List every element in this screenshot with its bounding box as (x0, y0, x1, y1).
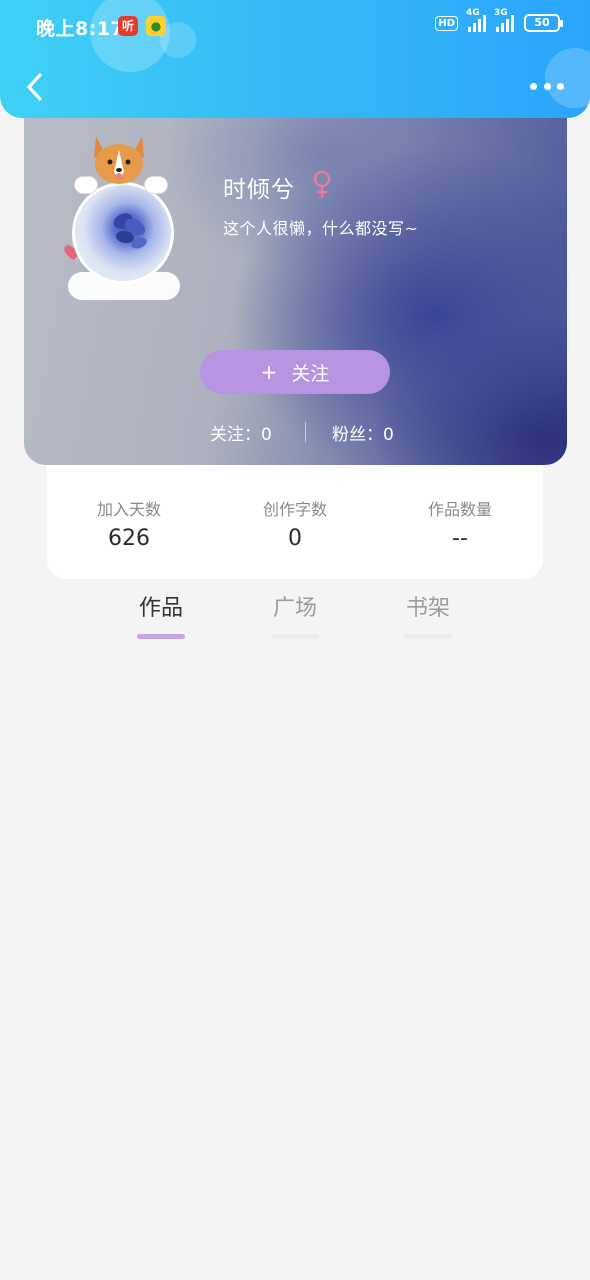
tab-bookshelf[interactable]: 书架 (393, 592, 463, 639)
stat-word-count: 创作字数 0 (225, 496, 365, 551)
top-header: 晚上8:17 听 ● HD 4G 3G 50 (0, 0, 590, 118)
divider (305, 422, 306, 442)
stat-value: -- (452, 526, 468, 551)
user-bio: 这个人很懒，什么都没写~ (223, 219, 419, 238)
content-tabs: 作品 广场 书架 (0, 592, 590, 642)
network-type-label: 3G (494, 8, 508, 18)
tab-works[interactable]: 作品 (126, 592, 196, 639)
avatar[interactable] (60, 132, 185, 300)
ting-app-icon: 听 (118, 16, 138, 36)
tab-indicator (404, 634, 452, 639)
stat-label: 创作字数 (262, 500, 327, 519)
fans-count[interactable]: 粉丝：0 (332, 420, 394, 445)
paw-decor (74, 176, 98, 194)
more-dots-icon (543, 82, 551, 90)
stat-value: 0 (288, 526, 302, 551)
stat-value: 626 (108, 526, 150, 551)
status-time: 晚上8:17 (36, 18, 125, 40)
status-indicators: HD 4G 3G 50 (435, 8, 563, 32)
hd-badge: HD (435, 15, 458, 31)
profile-card: 时倾兮 这个人很懒，什么都没写~ + 关注 关注：0 粉丝：0 (24, 96, 567, 465)
battery-icon: 50 (524, 14, 563, 32)
more-dots-icon (557, 82, 564, 90)
stat-label: 加入天数 (96, 500, 161, 519)
avatar-image (72, 182, 174, 284)
signal-3g-icon: 3G (494, 8, 514, 32)
network-type-label: 4G (466, 8, 480, 18)
follow-button[interactable]: + 关注 (200, 350, 390, 394)
signal-4g-icon: 4G (466, 8, 486, 32)
back-button[interactable] (22, 70, 46, 104)
following-count[interactable]: 关注：0 (210, 420, 272, 445)
tab-label: 广场 (272, 596, 317, 621)
lemon-app-icon: ● (146, 16, 166, 36)
stat-label: 作品数量 (427, 500, 492, 519)
follow-label: 关注 (291, 362, 330, 385)
tab-square[interactable]: 广场 (260, 592, 330, 639)
more-dots-icon (530, 82, 537, 90)
tab-indicator (271, 634, 319, 639)
content-area (0, 650, 590, 1280)
paw-decor (144, 176, 168, 194)
follow-counts: 关注：0 粉丝：0 (24, 420, 567, 445)
plus-icon: + (260, 360, 278, 384)
tab-indicator (137, 634, 185, 639)
username: 时倾兮 (223, 177, 295, 203)
more-options-button[interactable] (530, 78, 564, 94)
status-bar: 晚上8:17 听 ● HD 4G 3G 50 (0, 0, 590, 52)
stat-join-days: 加入天数 626 (59, 496, 199, 551)
female-icon (313, 170, 331, 198)
flower-icon (113, 213, 147, 249)
tab-label: 书架 (405, 596, 450, 621)
stat-works-count: 作品数量 -- (390, 496, 530, 551)
tab-label: 作品 (138, 596, 183, 621)
chevron-left-icon (27, 73, 42, 101)
